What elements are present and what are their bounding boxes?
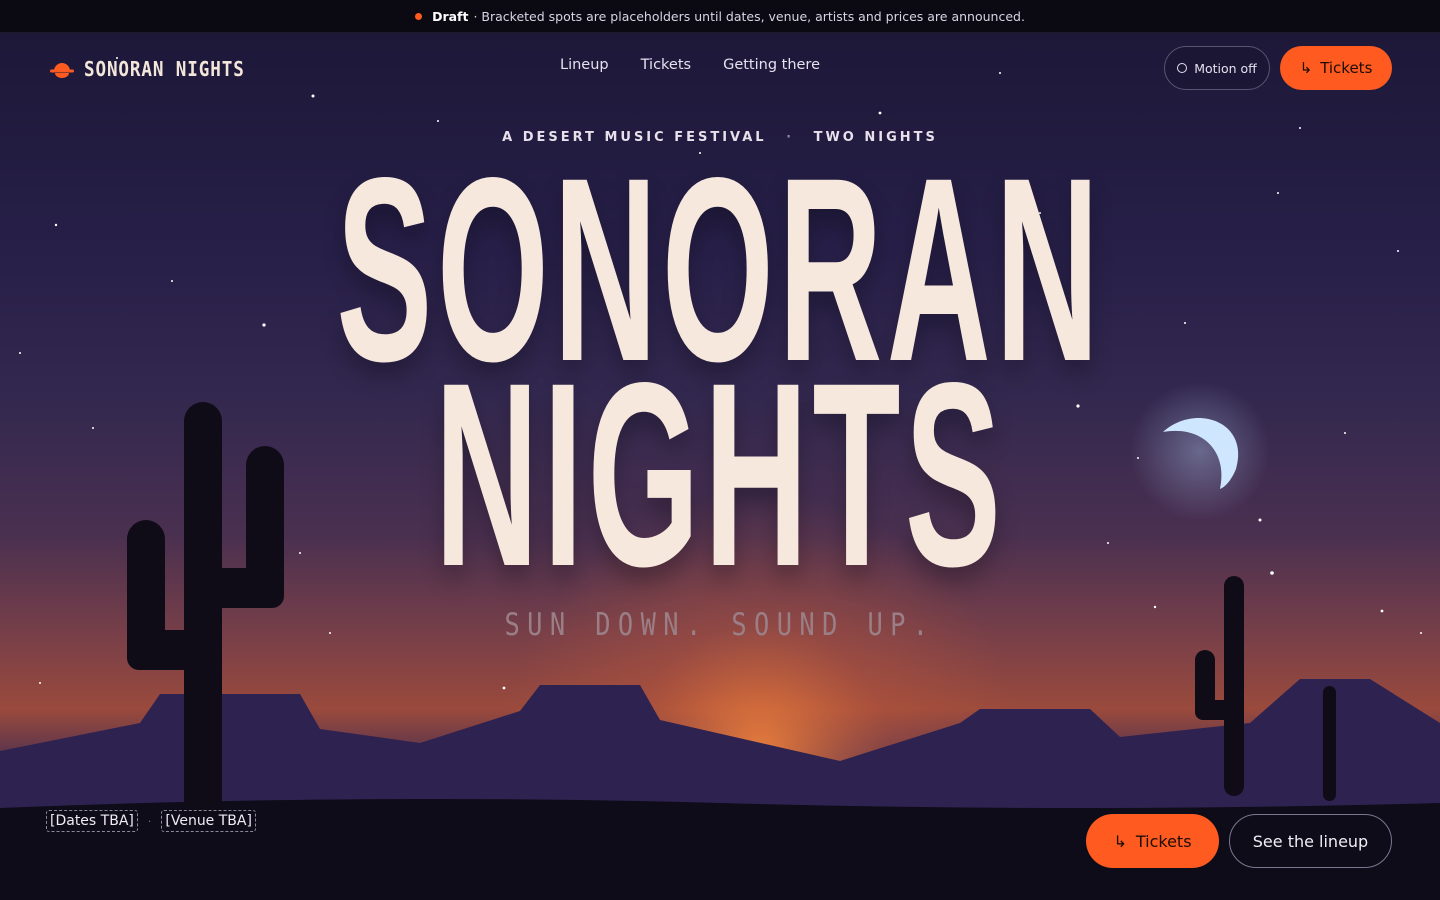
hero-tagline: SUN DOWN. SOUND UP. [504, 607, 936, 643]
main-nav: Lineup Tickets Getting there [560, 57, 820, 73]
brand-logo[interactable]: SONORAN NIGHTS [50, 57, 267, 81]
nav-item-lineup[interactable]: Lineup [560, 57, 609, 73]
see-lineup-label: See the lineup [1252, 831, 1369, 851]
hero-tickets-button[interactable]: ↳ Tickets [1086, 814, 1219, 868]
draft-message: · Bracketed spots are placeholders until… [473, 8, 1025, 24]
nav-item-getting-there[interactable]: Getting there [723, 57, 820, 73]
dates-placeholder: [Dates TBA] [46, 810, 138, 832]
motion-toggle-label: Motion off [1194, 60, 1257, 76]
title-word-sonoran: SONORAN [336, 123, 1104, 416]
hero-title-line-1: SONORAN [0, 123, 1440, 416]
venue-placeholder: [Venue TBA] [161, 810, 256, 832]
hero-title-line-2: NIGHTS [0, 328, 1440, 621]
details-separator: · [147, 814, 152, 828]
draft-banner: Draft · Bracketed spots are placeholders… [0, 0, 1440, 33]
brand-name: SONORAN NIGHTS [84, 57, 245, 81]
draft-label: Draft [432, 8, 469, 24]
hero-tickets-label: Tickets [1135, 831, 1192, 851]
motion-toggle-button[interactable]: Motion off [1164, 46, 1270, 90]
status-dot-icon [415, 12, 423, 20]
arrow-return-icon: ↳ [1299, 59, 1313, 77]
nav-item-tickets[interactable]: Tickets [641, 57, 691, 73]
hero-scene: SONORAN NIGHTS Lineup Tickets Getting th… [0, 33, 1440, 900]
title-word-nights: NIGHTS [434, 328, 1006, 621]
circle-icon [1177, 63, 1188, 73]
event-details: [Dates TBA] · [Venue TBA] [46, 810, 256, 832]
sunset-icon [50, 63, 74, 78]
see-lineup-button[interactable]: See the lineup [1229, 814, 1392, 868]
header-tickets-button[interactable]: ↳ Tickets [1280, 46, 1392, 90]
arrow-return-icon: ↳ [1113, 831, 1127, 851]
header-tickets-label: Tickets [1320, 59, 1373, 77]
